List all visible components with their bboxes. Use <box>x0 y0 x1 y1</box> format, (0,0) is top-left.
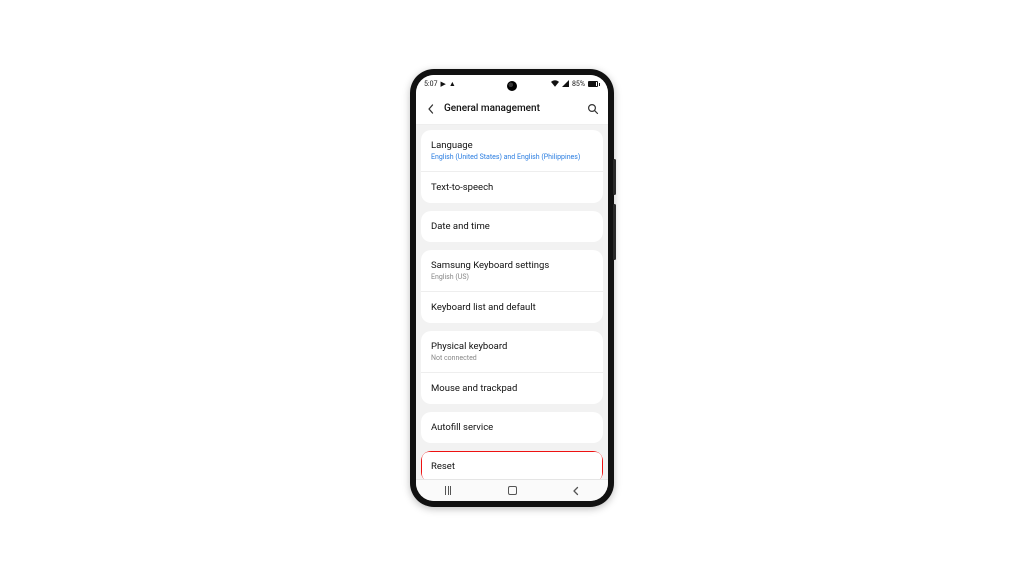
battery-text: 85% <box>572 80 585 88</box>
home-button[interactable] <box>492 480 532 501</box>
settings-group: Samsung Keyboard settings English (US) Key… <box>421 250 603 323</box>
warning-icon: ▲ <box>449 81 456 88</box>
navigation-bar <box>416 479 608 501</box>
app-bar: General management <box>416 93 608 125</box>
row-subtext: Not connected <box>431 354 593 362</box>
recents-icon <box>445 486 451 495</box>
youtube-icon: ▶ <box>441 81 446 88</box>
settings-row-autofill-service[interactable]: Autofill service <box>421 412 603 443</box>
settings-group: Reset <box>421 451 603 479</box>
back-icon <box>571 486 581 496</box>
settings-group: Date and time <box>421 211 603 242</box>
row-subtext: English (United States) and English (Phi… <box>431 153 593 161</box>
settings-row-physical-keyboard[interactable]: Physical keyboard Not connected <box>421 331 603 372</box>
stage: 5:07 ▶ ▲ 85% <box>0 0 1024 576</box>
row-label: Autofill service <box>431 422 593 433</box>
settings-row-reset[interactable]: Reset <box>421 451 603 479</box>
row-label: Language <box>431 140 593 151</box>
power-button <box>613 204 616 260</box>
wifi-icon <box>551 80 559 89</box>
settings-row-samsung-keyboard-settings[interactable]: Samsung Keyboard settings English (US) <box>421 250 603 291</box>
row-label: Reset <box>431 461 593 472</box>
row-label: Physical keyboard <box>431 341 593 352</box>
volume-button <box>613 159 616 195</box>
screen: 5:07 ▶ ▲ 85% <box>416 75 608 501</box>
recents-button[interactable] <box>428 480 468 501</box>
search-button[interactable] <box>586 102 600 116</box>
status-right: 85% <box>551 80 600 89</box>
settings-row-mouse-and-trackpad[interactable]: Mouse and trackpad <box>421 372 603 404</box>
settings-group: Physical keyboard Not connected Mouse and … <box>421 331 603 404</box>
nav-back-button[interactable] <box>556 480 596 501</box>
settings-row-language[interactable]: Language English (United States) and Engl… <box>421 130 603 171</box>
row-label: Text-to-speech <box>431 182 593 193</box>
page-title: General management <box>444 103 586 114</box>
status-left: 5:07 ▶ ▲ <box>424 80 456 88</box>
settings-group: Language English (United States) and Engl… <box>421 130 603 203</box>
back-button[interactable] <box>424 102 438 116</box>
settings-row-text-to-speech[interactable]: Text-to-speech <box>421 171 603 203</box>
battery-icon <box>588 81 600 87</box>
settings-list[interactable]: Language English (United States) and Engl… <box>416 125 608 479</box>
row-label: Date and time <box>431 221 593 232</box>
settings-row-keyboard-list-and-default[interactable]: Keyboard list and default <box>421 291 603 323</box>
settings-group: Autofill service <box>421 412 603 443</box>
row-subtext: English (US) <box>431 273 593 281</box>
phone-frame: 5:07 ▶ ▲ 85% <box>410 69 614 507</box>
home-icon <box>508 486 517 495</box>
row-label: Samsung Keyboard settings <box>431 260 593 271</box>
signal-icon <box>562 80 569 89</box>
settings-row-date-and-time[interactable]: Date and time <box>421 211 603 242</box>
clock-text: 5:07 <box>424 80 438 88</box>
row-label: Mouse and trackpad <box>431 383 593 394</box>
row-label: Keyboard list and default <box>431 302 593 313</box>
front-camera <box>507 81 517 91</box>
